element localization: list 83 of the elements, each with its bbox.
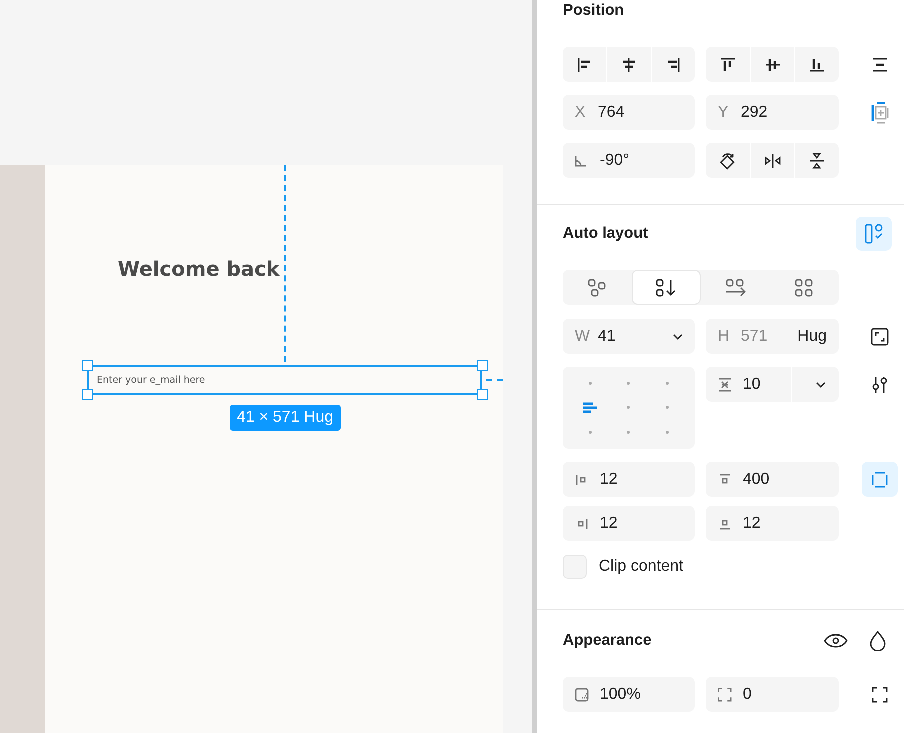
welcome-heading: Welcome back: [118, 257, 280, 281]
width-field[interactable]: W 41: [563, 319, 695, 354]
freeform-layout-icon: [588, 278, 608, 296]
checkbox-label: Clip content: [599, 558, 684, 576]
corner-radius-individual-icon: [871, 686, 889, 704]
align-center-button[interactable]: [607, 47, 651, 82]
rotate-icon: [718, 152, 737, 170]
align-left-button[interactable]: [563, 47, 606, 82]
align-right-icon: [665, 56, 682, 72]
field-value: 12: [600, 514, 619, 532]
padding-right-field[interactable]: 12: [563, 506, 695, 541]
chevron-down-icon: [816, 382, 826, 388]
resize-handle[interactable]: [477, 389, 488, 400]
individual-padding-button[interactable]: [862, 462, 898, 497]
field-value: 10: [743, 376, 762, 394]
x-field[interactable]: X 764: [563, 95, 695, 130]
email-input-field[interactable]: Enter your e_mail here: [87, 365, 482, 395]
field-value: 0: [743, 686, 753, 704]
padding-individual-icon: [871, 470, 889, 488]
angle-icon: [575, 154, 587, 166]
rotate-button[interactable]: [706, 143, 750, 178]
horizontal-layout-icon: [724, 278, 746, 296]
opacity-icon: [575, 688, 589, 702]
align-left-icon: [583, 402, 598, 414]
auto-layout-button[interactable]: [856, 217, 892, 251]
chevron-down-icon: [673, 334, 683, 340]
y-field[interactable]: Y 292: [706, 95, 839, 130]
layout-direction-button[interactable]: [632, 270, 701, 305]
resize-icon: [870, 326, 890, 346]
field-value: 292: [741, 104, 769, 122]
resize-handle[interactable]: [82, 360, 93, 371]
gap-field[interactable]: 10: [706, 367, 839, 402]
flip-vertical-icon: [808, 152, 826, 170]
field-value: -90°: [600, 152, 631, 170]
align-bottom-icon: [809, 56, 826, 72]
align-top-button[interactable]: [706, 47, 750, 82]
section-title: Auto layout: [563, 225, 648, 243]
resize-handle[interactable]: [82, 389, 93, 400]
distribute-icon: [872, 56, 888, 72]
flip-horizontal-button[interactable]: [750, 143, 794, 178]
spacing-guide-line: [486, 379, 503, 381]
field-value: 12: [743, 514, 762, 532]
settings-icon: [870, 374, 890, 394]
padding-bottom-field[interactable]: 12: [706, 506, 839, 541]
align-left-icon: [576, 56, 593, 72]
size-label: 41 × 571 Hug: [230, 405, 341, 431]
resize-handle[interactable]: [477, 360, 488, 371]
align-bottom-button[interactable]: [795, 47, 839, 82]
eye-icon: [824, 633, 848, 649]
align-middle-icon: [764, 56, 780, 72]
vertical-layout-icon: [656, 278, 678, 296]
corner-radius-field[interactable]: 0: [706, 677, 839, 712]
padding-top-field[interactable]: 400: [706, 462, 839, 497]
flip-vertical-button[interactable]: [795, 143, 839, 178]
field-label: Y: [718, 104, 730, 122]
clip-content-checkbox[interactable]: [563, 555, 587, 579]
field-label: H: [718, 328, 730, 346]
corner-radius-icon: [718, 686, 732, 702]
spacing-icon: [718, 378, 732, 392]
padding-left-field[interactable]: 12: [563, 462, 695, 497]
field-value: 12: [600, 470, 619, 488]
field-value: 571: [741, 328, 769, 346]
field-value: 41: [598, 328, 617, 346]
grid-layout-icon: [794, 278, 814, 296]
rotation-field[interactable]: -90°: [563, 143, 695, 178]
sizing-mode: Hug: [798, 328, 827, 346]
align-center-icon: [620, 56, 637, 72]
field-label: X: [575, 104, 587, 122]
auto-layout-icon: [864, 223, 884, 245]
padding-top-icon: [718, 472, 732, 486]
field-value: 400: [743, 470, 771, 488]
field-value: 100%: [600, 686, 642, 704]
align-top-icon: [720, 56, 736, 72]
drop-icon: [870, 631, 886, 651]
align-middle-button[interactable]: [750, 47, 794, 82]
opacity-field[interactable]: 100%: [563, 677, 695, 712]
height-field[interactable]: H 571 Hug: [706, 319, 839, 354]
align-right-button[interactable]: [652, 47, 695, 82]
section-title: Appearance: [563, 632, 652, 650]
section-title: Position: [563, 2, 624, 20]
flip-horizontal-icon: [764, 152, 782, 170]
constraints-icon: [871, 102, 889, 124]
field-value: 764: [598, 104, 626, 122]
